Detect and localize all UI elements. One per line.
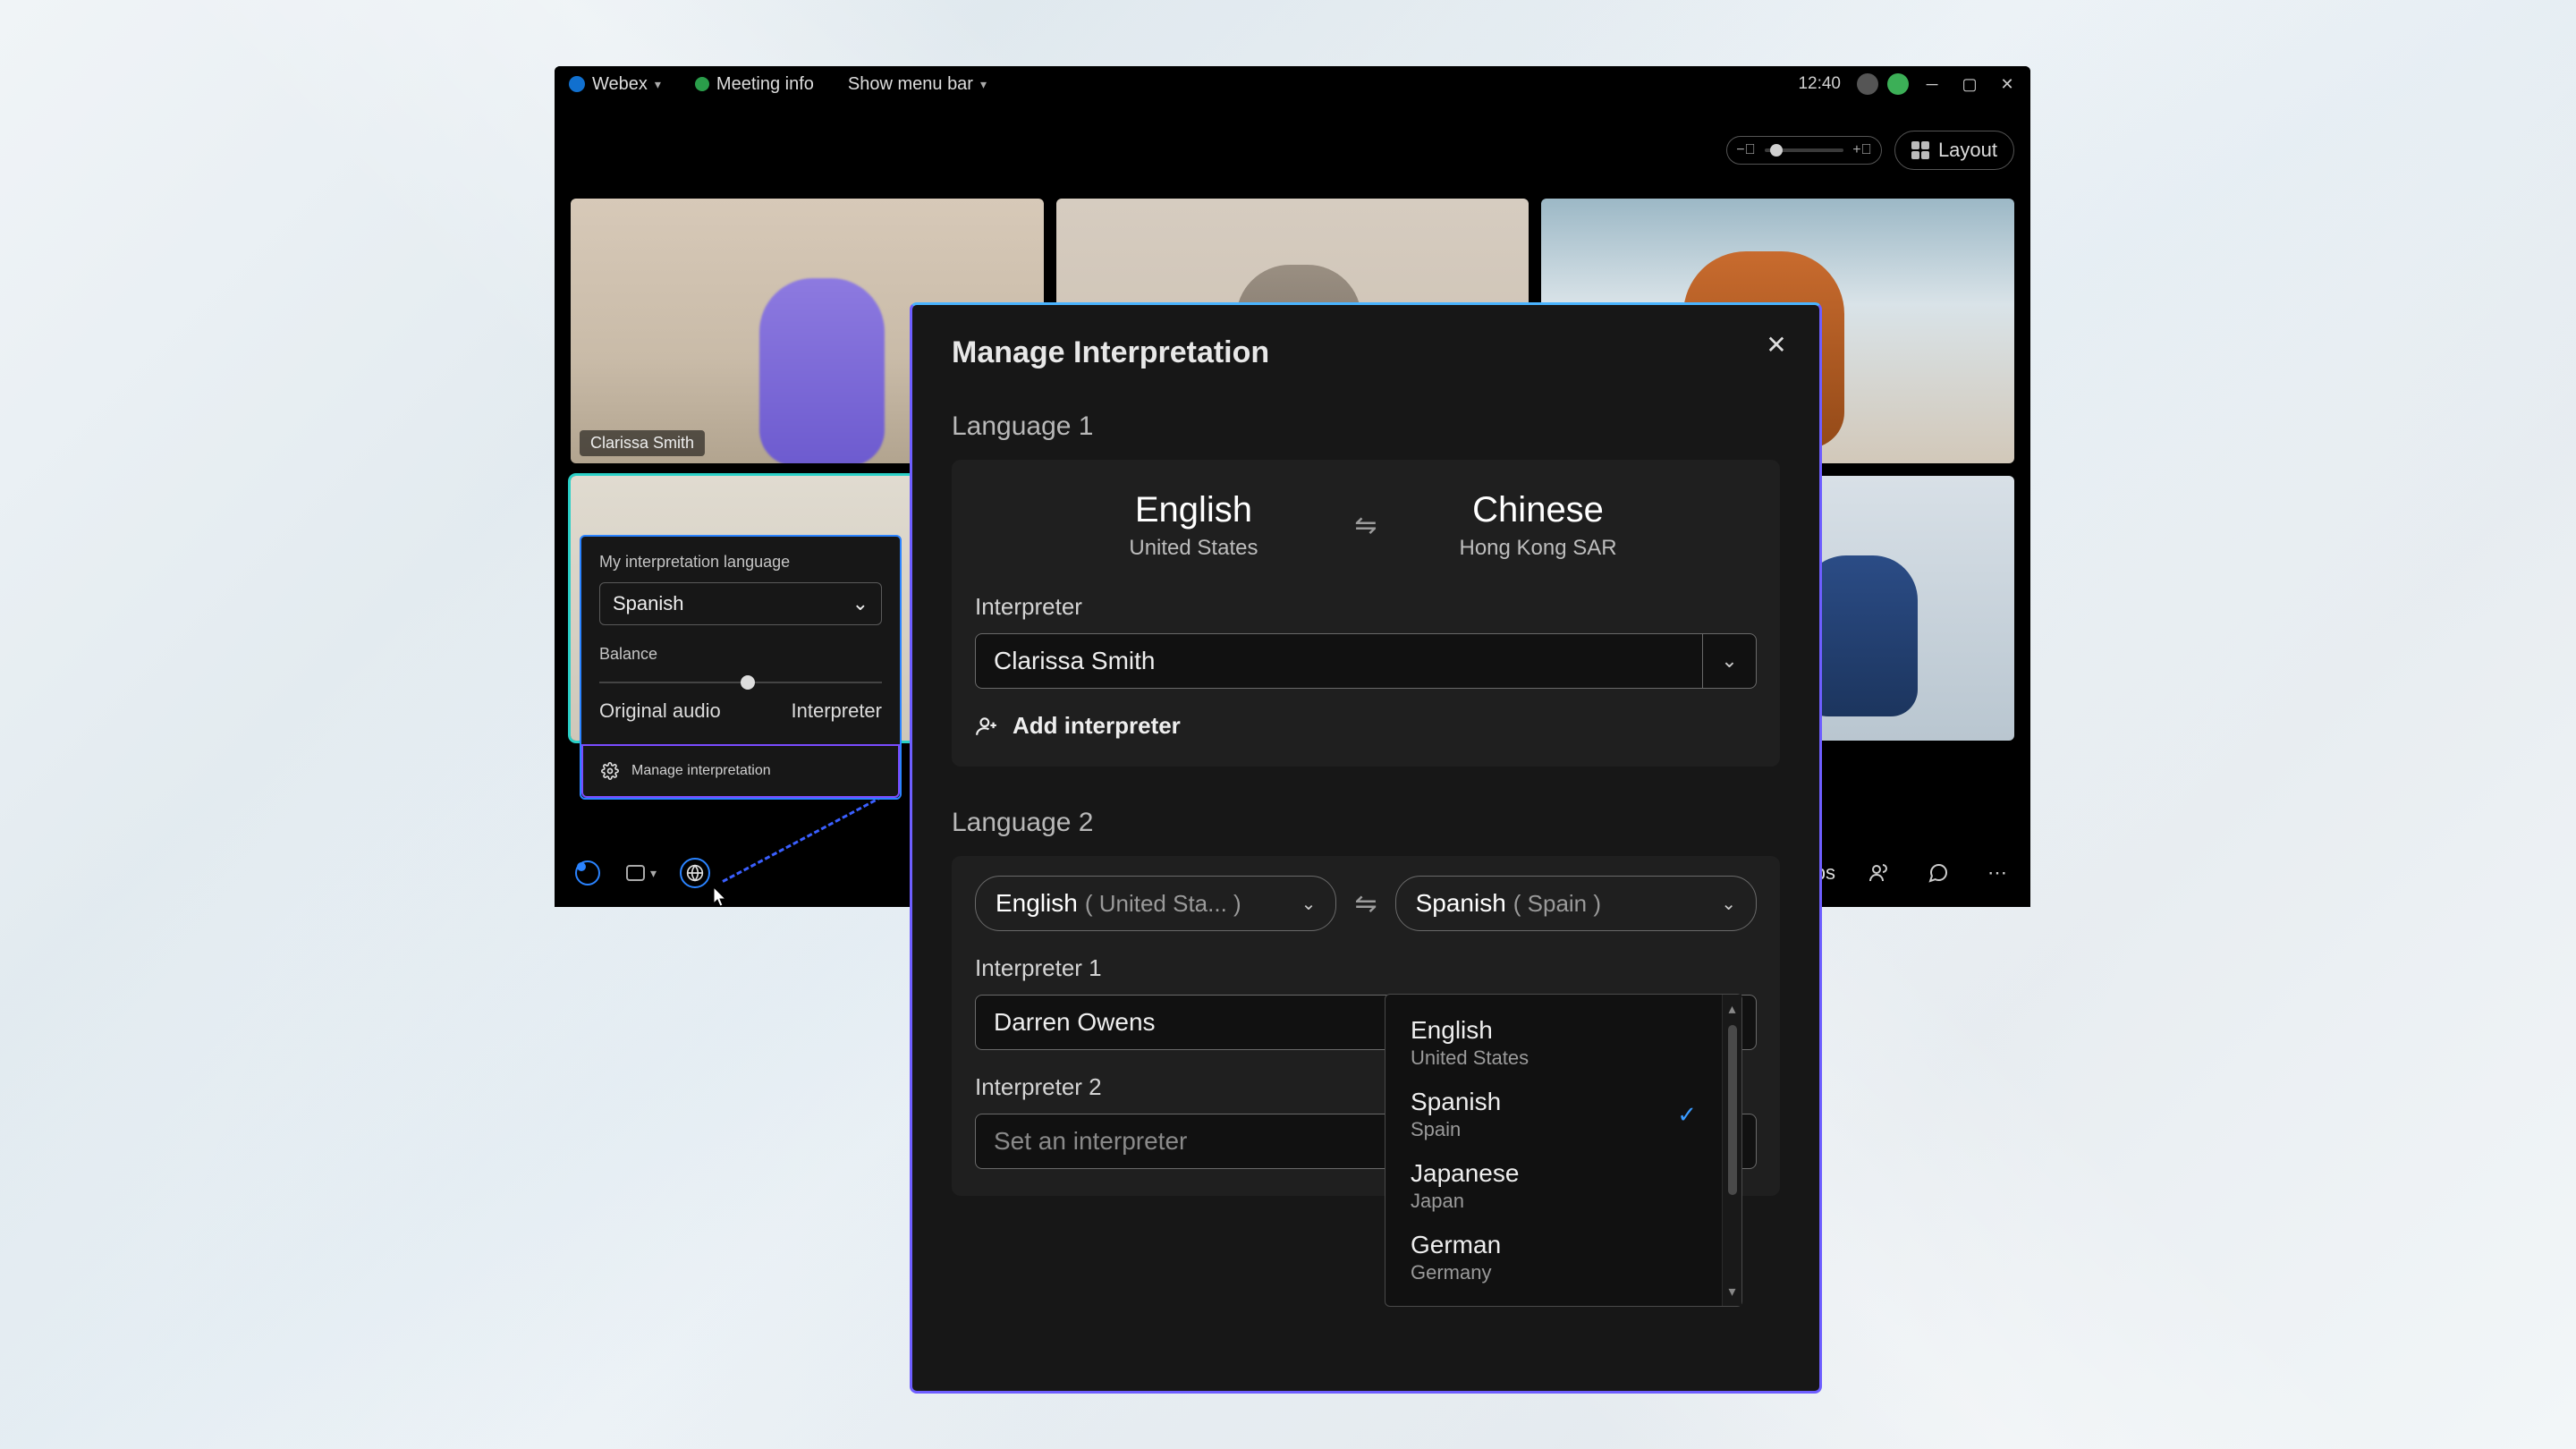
chevron-down-icon: ⌄: [852, 592, 869, 615]
people-icon: [1868, 862, 1890, 884]
dropdown-option-german[interactable]: GermanGermany: [1385, 1222, 1722, 1293]
lang2-b-region: ( Spain ): [1513, 890, 1601, 918]
chevron-down-icon[interactable]: ⌄: [1702, 634, 1756, 688]
lang2-a-name: English: [996, 889, 1078, 918]
dropdown-option-english[interactable]: EnglishUnited States: [1385, 1007, 1722, 1079]
meeting-info[interactable]: Meeting info: [690, 71, 819, 98]
manage-interpretation-dialog: Manage Interpretation ✕ Language 1 Engli…: [910, 302, 1822, 1394]
zoom-in-icon[interactable]: +⃝: [1852, 140, 1872, 160]
layout-label: Layout: [1938, 139, 1997, 162]
participants-button[interactable]: [1864, 858, 1894, 888]
app-name: Webex: [592, 74, 648, 95]
meeting-info-label: Meeting info: [716, 74, 814, 95]
balance-right-label: Interpreter: [792, 699, 883, 723]
meeting-info-icon: [695, 77, 709, 91]
lang2-source-select[interactable]: English ( United Sta... ) ⌄: [975, 876, 1336, 931]
lang1-b-region: Hong Kong SAR: [1413, 536, 1664, 561]
layout-grid-icon: [1911, 141, 1929, 159]
scroll-up-icon[interactable]: ▴: [1728, 1000, 1735, 1018]
chevron-down-icon: ▾: [655, 77, 661, 92]
chat-panel-button[interactable]: [1923, 858, 1953, 888]
dropdown-list: EnglishUnited States SpanishSpain ✓ Japa…: [1385, 995, 1722, 1306]
status-indicator-green-icon[interactable]: [1887, 73, 1909, 95]
interpretation-popover: My interpretation language Spanish ⌄ Bal…: [580, 535, 902, 800]
language-1-card: English United States ⇋ Chinese Hong Kon…: [952, 460, 1780, 767]
app-menu[interactable]: Webex ▾: [564, 71, 666, 98]
lang2-target-select[interactable]: Spanish ( Spain ) ⌄: [1395, 876, 1757, 931]
balance-slider[interactable]: [599, 682, 882, 683]
more-options-button[interactable]: ⋯: [1982, 858, 2012, 888]
gear-icon: [601, 762, 619, 780]
participant-name: Clarissa Smith: [580, 430, 705, 456]
language-2-section-label: Language 2: [952, 808, 1780, 838]
chat-button[interactable]: ▾: [626, 858, 657, 888]
maximize-button[interactable]: ▢: [1955, 70, 1984, 98]
zoom-control[interactable]: −⃝ +⃝: [1726, 136, 1882, 165]
interpretation-globe-button[interactable]: [680, 858, 710, 888]
webex-logo-icon: [569, 76, 585, 92]
scroll-thumb[interactable]: [1728, 1025, 1737, 1195]
view-toolbar: −⃝ +⃝ Layout: [1726, 131, 2014, 170]
check-icon: ✓: [1677, 1101, 1697, 1129]
zoom-slider[interactable]: [1765, 148, 1843, 152]
interp-lang-value: Spanish: [613, 592, 684, 615]
chevron-down-icon: ⌄: [1721, 893, 1736, 915]
dropdown-option-spanish[interactable]: SpanishSpain ✓: [1385, 1079, 1722, 1150]
dialog-close-button[interactable]: ✕: [1758, 326, 1794, 362]
language-1-source: English United States: [1068, 490, 1318, 561]
manage-interp-label: Manage interpretation: [631, 763, 771, 779]
status-indicator-gray-icon[interactable]: [1857, 73, 1878, 95]
dropdown-option-japanese[interactable]: JapaneseJapan: [1385, 1150, 1722, 1222]
balance-left-label: Original audio: [599, 699, 721, 723]
close-window-button[interactable]: ✕: [1993, 70, 2021, 98]
chat-bubble-icon: [1928, 862, 1949, 884]
language-1-target: Chinese Hong Kong SAR: [1413, 490, 1664, 561]
add-interpreter-button[interactable]: Add interpreter: [975, 712, 1757, 740]
lang2-a-region: ( United Sta... ): [1085, 890, 1241, 918]
chevron-down-icon: ⌄: [1301, 893, 1317, 915]
swap-arrows-icon: ⇋: [1354, 510, 1377, 541]
titlebar: Webex ▾ Meeting info Show menu bar ▾ 12:…: [555, 66, 2030, 102]
show-menu-bar[interactable]: Show menu bar ▾: [843, 71, 992, 98]
interpreter-label: Interpreter: [975, 593, 1757, 621]
lang1-a-name: English: [1068, 490, 1318, 530]
clock: 12:40: [1798, 74, 1841, 94]
zoom-out-icon[interactable]: −⃝: [1736, 140, 1756, 160]
language-1-section-label: Language 1: [952, 411, 1780, 442]
scroll-down-icon[interactable]: ▾: [1728, 1283, 1735, 1301]
lang1-a-region: United States: [1068, 536, 1318, 561]
lang2-b-name: Spanish: [1416, 889, 1506, 918]
globe-icon: [686, 864, 704, 882]
layout-button[interactable]: Layout: [1894, 131, 2014, 170]
record-button[interactable]: [572, 858, 603, 888]
dropdown-scrollbar[interactable]: ▴ ▾: [1722, 995, 1741, 1306]
manage-interpretation-button[interactable]: Manage interpretation: [581, 744, 900, 798]
dialog-title: Manage Interpretation: [952, 335, 1780, 370]
chevron-down-icon: ▾: [980, 77, 987, 92]
swap-arrows-icon[interactable]: ⇋: [1354, 888, 1377, 919]
minimize-button[interactable]: ─: [1918, 70, 1946, 98]
balance-label: Balance: [599, 645, 882, 664]
add-person-icon: [975, 715, 998, 738]
interpretation-language-select[interactable]: Spanish ⌄: [599, 582, 882, 625]
lang1-interpreter-value: Clarissa Smith: [976, 634, 1702, 688]
my-interp-lang-label: My interpretation language: [599, 553, 882, 572]
lang1-interpreter-select[interactable]: Clarissa Smith ⌄: [975, 633, 1757, 689]
add-interpreter-label: Add interpreter: [1013, 712, 1181, 740]
lang1-b-name: Chinese: [1413, 490, 1664, 530]
show-menu-label: Show menu bar: [848, 74, 973, 95]
language-dropdown-menu: EnglishUnited States SpanishSpain ✓ Japa…: [1385, 994, 1742, 1307]
interpreter-1-label: Interpreter 1: [975, 954, 1757, 982]
cursor-icon: [710, 886, 732, 907]
